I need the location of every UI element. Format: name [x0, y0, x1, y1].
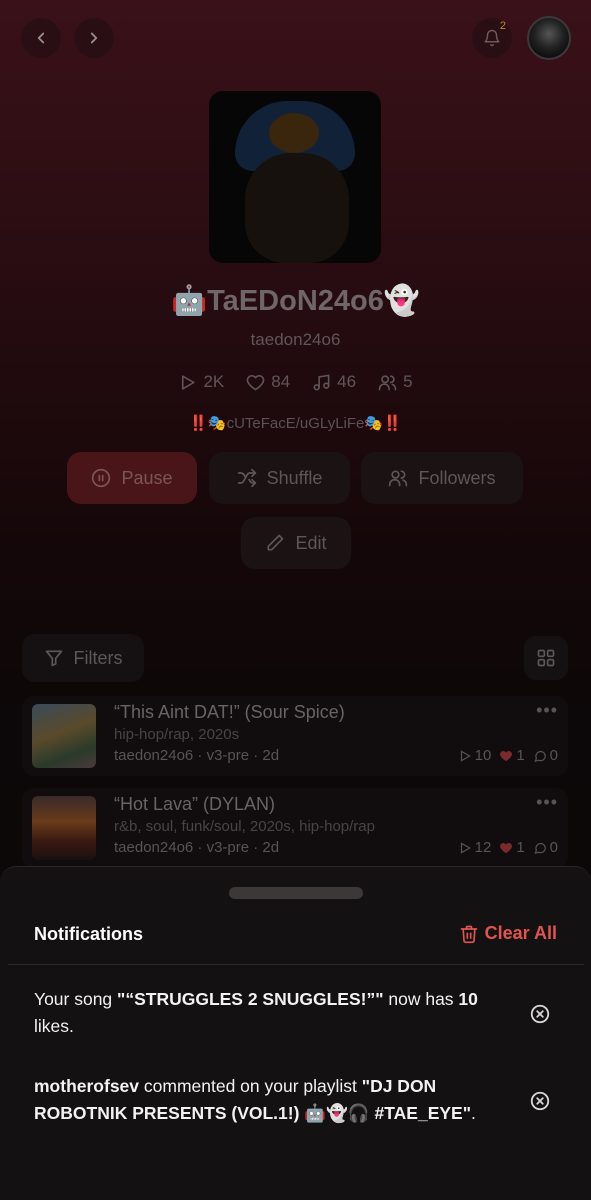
song-thumbnail [32, 796, 96, 860]
shuffle-label: Shuffle [266, 467, 323, 488]
profile-cover-image [209, 91, 381, 263]
notifications-title: Notifications [34, 924, 144, 944]
song-likes[interactable]: 1 [499, 747, 525, 764]
song-title: “Hot Lava” (DYLAN) [114, 794, 276, 814]
song-plays: 12 [458, 839, 491, 856]
users-icon [378, 374, 397, 390]
grid-icon [537, 649, 555, 667]
bell-icon [484, 29, 500, 47]
clear-all-label: Clear All [484, 923, 557, 943]
filters-button[interactable]: Filters [22, 634, 144, 682]
comment-icon [534, 842, 546, 854]
notifications-sheet: Notifications Clear All Your song "“STRU… [0, 866, 591, 1200]
chevron-left-icon [37, 32, 45, 44]
notification-item[interactable]: motherofsev commented on your playlist "… [34, 1073, 514, 1127]
profile-handle: taedon24o6 [250, 330, 341, 349]
back-button[interactable] [21, 18, 61, 58]
cover-dim-overlay [209, 91, 381, 263]
pause-button[interactable]: Pause [67, 452, 197, 504]
followers-button[interactable]: Followers [361, 452, 523, 504]
likes-count: 84 [271, 372, 291, 391]
play-icon [182, 374, 196, 390]
shuffle-button[interactable]: Shuffle [209, 452, 350, 504]
pause-circle-icon [92, 468, 111, 488]
chevron-right-icon [90, 32, 98, 44]
grid-view-button[interactable] [524, 636, 568, 680]
song-counts: 12 1 0 [458, 839, 558, 856]
filters-label: Filters [73, 647, 123, 668]
heart-icon [246, 374, 265, 390]
song-thumbnail [32, 704, 96, 768]
edit-label: Edit [295, 532, 327, 553]
dismiss-notification-button[interactable] [528, 1002, 552, 1026]
notification-count-badge: 2 [499, 20, 506, 32]
play-icon [460, 749, 471, 762]
song-likes[interactable]: 1 [499, 839, 525, 856]
song-plays: 10 [458, 747, 491, 764]
notification-like-count: 10 [458, 989, 478, 1009]
users-icon [389, 470, 408, 487]
songs-stat: 46 [312, 372, 356, 392]
more-options-icon[interactable]: ••• [536, 792, 558, 813]
song-row[interactable]: “Hot Lava” (DYLAN) r&b, soul, funk/soul,… [22, 788, 568, 868]
music-note-icon [313, 373, 330, 390]
notifications-button[interactable]: 2 [472, 18, 512, 58]
close-circle-icon [530, 1091, 550, 1111]
more-options-icon[interactable]: ••• [536, 700, 558, 721]
song-meta: taedon24o6 · v3-pre · 2d [114, 747, 280, 764]
pencil-icon [267, 534, 284, 551]
filter-icon [45, 650, 62, 667]
comment-icon [534, 750, 546, 762]
followers-stat: 5 [378, 372, 413, 392]
followers-count: 5 [403, 372, 413, 391]
song-meta: taedon24o6 · v3-pre · 2d [114, 839, 280, 856]
song-row[interactable]: “This Aint DAT!” (Sour Spice) hip-hop/ra… [22, 696, 568, 776]
close-circle-icon [530, 1004, 550, 1024]
heart-filled-icon [500, 842, 513, 853]
notification-song-name: "“STRUGGLES 2 SNUGGLES!”" [117, 989, 384, 1009]
shuffle-icon [237, 468, 256, 488]
notification-item[interactable]: Your song "“STRUGGLES 2 SNUGGLES!”" now … [34, 986, 514, 1040]
plays-stat: 2K [178, 372, 224, 392]
songs-count: 46 [337, 372, 357, 391]
song-genre: r&b, soul, funk/soul, 2020s, hip-hop/rap [114, 818, 375, 835]
song-comments[interactable]: 0 [533, 839, 558, 856]
plays-count: 2K [203, 372, 225, 391]
sheet-drag-handle[interactable] [229, 887, 363, 899]
song-counts: 10 1 0 [458, 747, 558, 764]
song-title: “This Aint DAT!” (Sour Spice) [114, 702, 345, 722]
pause-label: Pause [121, 467, 173, 488]
profile-bio: ‼️🎭cUTeFacE/uGLyLiFe🎭‼️ [189, 415, 402, 432]
song-genre: hip-hop/rap, 2020s [114, 726, 240, 743]
song-comments[interactable]: 0 [533, 747, 558, 764]
trash-icon [460, 925, 477, 943]
likes-stat: 84 [246, 372, 290, 392]
followers-label: Followers [418, 467, 496, 488]
dismiss-notification-button[interactable] [528, 1089, 552, 1113]
notification-user: motherofsev [34, 1076, 140, 1096]
profile-stats: 2K 84 46 5 [0, 372, 591, 392]
clear-all-button[interactable]: Clear All [459, 923, 557, 944]
sheet-divider [8, 964, 584, 965]
profile-display-name: 🤖TaEDoN24o6👻 [171, 285, 420, 317]
play-icon [460, 841, 471, 854]
heart-filled-icon [500, 750, 513, 761]
edit-button[interactable]: Edit [241, 517, 351, 569]
user-avatar[interactable] [527, 16, 571, 60]
forward-button[interactable] [74, 18, 114, 58]
